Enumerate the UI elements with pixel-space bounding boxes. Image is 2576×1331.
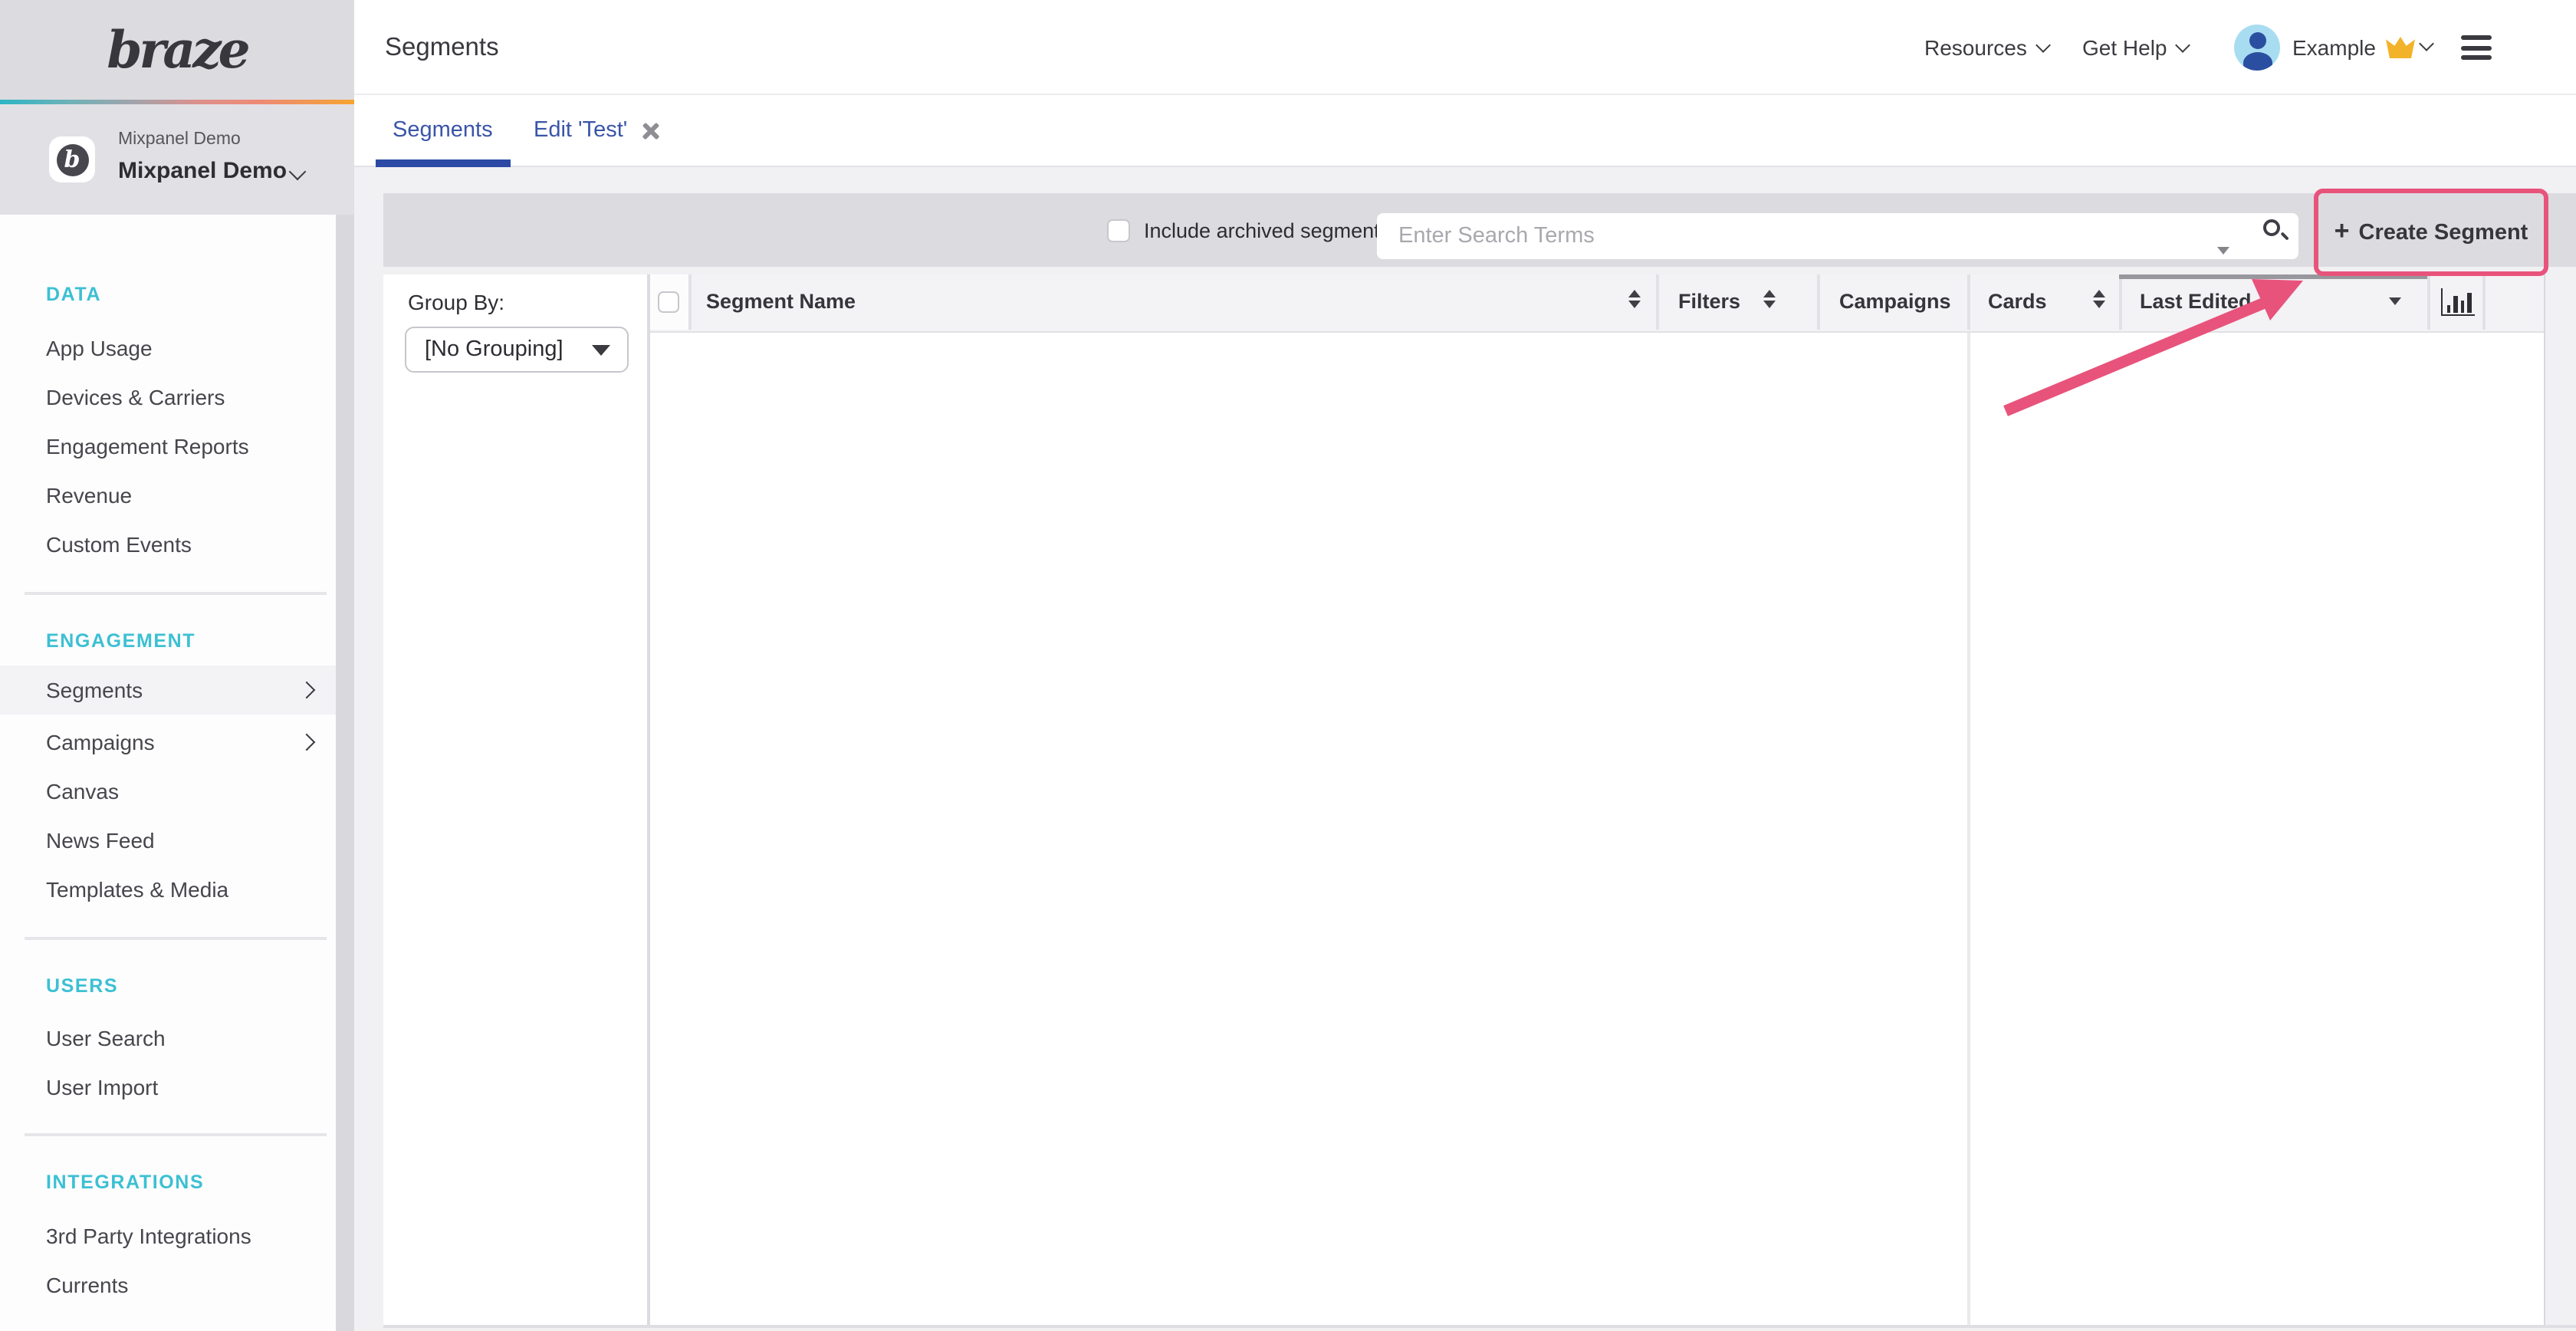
braze-logo: braze bbox=[107, 20, 247, 80]
sidebar-item-devices-carriers[interactable]: Devices & Carriers bbox=[46, 373, 225, 422]
sort-icon[interactable] bbox=[1763, 289, 1775, 308]
chevron-down-icon[interactable] bbox=[2419, 36, 2434, 51]
column-campaigns[interactable]: Campaigns bbox=[1839, 274, 1951, 330]
include-archived-label: Include archived segments bbox=[1144, 193, 1390, 267]
user-menu[interactable]: Example bbox=[2292, 0, 2376, 95]
segments-toolbar: Include archived segments bbox=[383, 193, 2576, 267]
dropdown-caret-icon bbox=[592, 345, 610, 356]
column-filters[interactable]: Filters bbox=[1678, 274, 1740, 330]
sidebar-item-currents[interactable]: Currents bbox=[46, 1260, 128, 1310]
select-all-checkbox[interactable] bbox=[657, 291, 678, 312]
get-help-menu[interactable]: Get Help bbox=[2082, 0, 2189, 95]
column-separator bbox=[1817, 274, 1819, 330]
chevron-right-icon bbox=[298, 734, 316, 751]
annotation-arrow bbox=[1978, 268, 2331, 437]
workspace-app-icon: b bbox=[49, 136, 95, 182]
divider bbox=[25, 1133, 327, 1135]
active-tab-underline bbox=[376, 159, 511, 166]
select-all-cell bbox=[649, 274, 688, 330]
search-dropdown-caret-icon[interactable] bbox=[2217, 247, 2229, 255]
frozen-column-divider bbox=[1967, 332, 1970, 1325]
column-separator bbox=[2427, 274, 2430, 330]
workspace-app-label: Mixpanel Demo bbox=[118, 130, 241, 149]
crown-icon bbox=[2386, 37, 2415, 58]
avatar[interactable] bbox=[2234, 25, 2280, 71]
logo-band: braze bbox=[0, 0, 354, 100]
create-segment-button[interactable]: + Create Segment bbox=[2314, 189, 2548, 276]
sort-icon[interactable] bbox=[1628, 289, 1640, 308]
column-segment-name[interactable]: Segment Name bbox=[706, 274, 856, 330]
sidebar-section-users: USERS bbox=[46, 971, 118, 1001]
column-separator bbox=[1967, 274, 1970, 330]
column-separator bbox=[1656, 274, 1658, 330]
sidebar-item-custom-events[interactable]: Custom Events bbox=[46, 520, 192, 569]
tab-edit-test[interactable]: Edit 'Test' bbox=[534, 95, 661, 166]
chevron-down-icon bbox=[2176, 38, 2191, 53]
divider bbox=[25, 592, 327, 594]
hamburger-menu-icon[interactable] bbox=[2461, 35, 2492, 60]
group-by-panel: Group By: [No Grouping] bbox=[383, 274, 647, 1325]
search-input[interactable] bbox=[1377, 213, 2298, 259]
include-archived-checkbox[interactable] bbox=[1107, 219, 1130, 242]
plus-icon: + bbox=[2334, 215, 2350, 246]
column-separator bbox=[2482, 274, 2485, 330]
divider bbox=[25, 937, 327, 939]
table-bottom-border bbox=[383, 1325, 2576, 1327]
sidebar-item-segments[interactable]: Segments bbox=[0, 666, 336, 715]
braze-dashboard: braze b Mixpanel Demo Mixpanel Demo DATA… bbox=[0, 0, 2576, 1331]
sidebar-item-news-feed[interactable]: News Feed bbox=[46, 816, 155, 865]
search-icon[interactable] bbox=[2262, 218, 2289, 245]
workspace-selector[interactable]: b Mixpanel Demo Mixpanel Demo bbox=[0, 104, 354, 215]
sidebar-scrollbar[interactable] bbox=[336, 215, 354, 1331]
sidebar-section-data: DATA bbox=[46, 279, 101, 310]
tab-bar: Segments Edit 'Test' bbox=[354, 95, 2576, 166]
braze-b-icon: b bbox=[56, 143, 88, 176]
sort-desc-icon[interactable] bbox=[2388, 297, 2400, 304]
group-by-label: Group By: bbox=[408, 289, 504, 314]
chevron-down-icon[interactable] bbox=[289, 163, 307, 181]
sidebar-section-engagement: ENGAGEMENT bbox=[46, 626, 196, 656]
sidebar-item-revenue[interactable]: Revenue bbox=[46, 471, 132, 520]
sidebar-item-user-search[interactable]: User Search bbox=[46, 1014, 166, 1063]
sidebar-section-integrations: INTEGRATIONS bbox=[46, 1167, 204, 1198]
resources-menu[interactable]: Resources bbox=[1924, 0, 2049, 95]
close-icon[interactable] bbox=[641, 121, 661, 141]
segments-table-body bbox=[649, 332, 2544, 1325]
chevron-right-icon bbox=[298, 682, 316, 699]
sidebar-item-campaigns[interactable]: Campaigns bbox=[46, 718, 155, 767]
group-by-dropdown[interactable]: [No Grouping] bbox=[405, 326, 629, 372]
sidebar-item-user-import[interactable]: User Import bbox=[46, 1063, 158, 1112]
sidebar-item-3rd-party-integrations[interactable]: 3rd Party Integrations bbox=[46, 1211, 251, 1260]
page-title: Segments bbox=[385, 0, 499, 95]
avatar-head bbox=[2249, 32, 2266, 49]
sidebar-item-app-usage[interactable]: App Usage bbox=[46, 324, 153, 373]
tab-segments[interactable]: Segments bbox=[393, 95, 493, 166]
sidebar: braze b Mixpanel Demo Mixpanel Demo DATA… bbox=[0, 0, 354, 1331]
sidebar-item-canvas[interactable]: Canvas bbox=[46, 767, 119, 816]
table-scrollbar-gutter[interactable] bbox=[2544, 274, 2576, 1325]
sidebar-item-templates-media[interactable]: Templates & Media bbox=[46, 865, 228, 914]
chevron-down-icon bbox=[2036, 38, 2051, 53]
column-separator bbox=[688, 274, 691, 330]
top-header: Segments Resources Get Help Example bbox=[354, 0, 2576, 95]
analytics-chart-icon[interactable] bbox=[2440, 288, 2474, 315]
workspace-name: Mixpanel Demo bbox=[118, 158, 287, 184]
avatar-body bbox=[2242, 52, 2272, 71]
sidebar-item-engagement-reports[interactable]: Engagement Reports bbox=[46, 422, 249, 471]
